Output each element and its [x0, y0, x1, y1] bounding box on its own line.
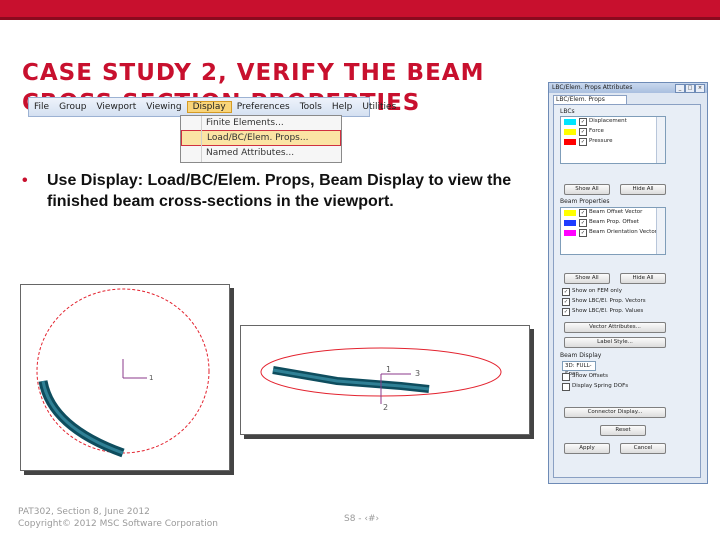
- beam-highlight: [41, 380, 124, 455]
- list-item[interactable]: ✓ Displacement: [561, 117, 665, 127]
- menu-preferences[interactable]: Preferences: [232, 102, 295, 112]
- list-item[interactable]: ✓ Pressure: [561, 137, 665, 147]
- beam-listbox[interactable]: ✓ Beam Offset Vector ✓ Beam Prop. Offset…: [560, 207, 666, 255]
- checkbox[interactable]: ✓: [579, 209, 587, 217]
- menu-viewport[interactable]: Viewport: [91, 102, 141, 112]
- tab-lbc-attributes[interactable]: LBC/Elem. Props Attributes: [553, 95, 627, 111]
- scrollbar[interactable]: [656, 117, 665, 163]
- checkbox[interactable]: ✓: [562, 288, 570, 296]
- color-swatch: [564, 230, 576, 236]
- menu-utilities[interactable]: Utilities: [357, 102, 401, 112]
- bullet-dot: •: [22, 172, 28, 189]
- footer: PAT302, Section 8, June 2012 Copyright© …: [18, 506, 218, 530]
- checkbox[interactable]: ✓: [579, 229, 587, 237]
- list-item-label: Force: [589, 128, 604, 134]
- triad-label-3: 3: [415, 369, 420, 378]
- option-label: Display Spring DOFs: [572, 383, 629, 389]
- beam-display-label: Beam Display: [560, 352, 602, 359]
- checkbox[interactable]: ✓: [579, 128, 587, 136]
- list-item[interactable]: ✓ Force: [561, 127, 665, 137]
- menu-help[interactable]: Help: [327, 102, 358, 112]
- lbc-elem-props-panel: LBC/Elem. Props Attributes _ □ × LBC/Ele…: [548, 82, 708, 484]
- page-number: S8 - ‹#›: [344, 514, 380, 524]
- label-style-button[interactable]: Label Style...: [564, 337, 666, 348]
- checkbox[interactable]: ✓: [579, 118, 587, 126]
- checkbox[interactable]: ✓: [562, 298, 570, 306]
- connector-display-button[interactable]: Connector Display...: [564, 407, 666, 418]
- beam-group-label: Beam Properties: [560, 198, 610, 205]
- list-item[interactable]: ✓ Beam Prop. Offset: [561, 218, 665, 228]
- list-item-label: Beam Prop. Offset: [589, 219, 639, 225]
- color-swatch: [564, 129, 576, 135]
- footer-copyright: Copyright© 2012 MSC Software Corporation: [18, 519, 218, 529]
- option-label: Show on FEM only: [572, 288, 622, 294]
- hide-all-button[interactable]: Hide All: [620, 273, 666, 284]
- top-banner: [0, 0, 720, 20]
- checkbox[interactable]: ✓: [579, 219, 587, 227]
- viewport-front[interactable]: 1: [20, 284, 230, 471]
- triad-label-2: 2: [383, 403, 388, 412]
- list-item-label: Beam Orientation Vector: [589, 229, 657, 235]
- color-swatch: [564, 119, 576, 125]
- list-item-label: Pressure: [589, 138, 613, 144]
- option-label: Show LBC/El. Prop. Values: [572, 308, 644, 314]
- menu-group[interactable]: Group: [54, 102, 91, 112]
- vector-attributes-button[interactable]: Vector Attributes...: [564, 322, 666, 333]
- checkbox[interactable]: [562, 383, 570, 391]
- checkbox[interactable]: ✓: [579, 138, 587, 146]
- viewport-front-graphic: 1: [36, 288, 210, 458]
- color-swatch: [564, 139, 576, 145]
- cancel-button[interactable]: Cancel: [620, 443, 666, 454]
- show-all-button[interactable]: Show All: [564, 184, 610, 195]
- scrollbar[interactable]: [656, 208, 665, 254]
- panel-title: LBC/Elem. Props Attributes: [552, 84, 633, 91]
- menu-bar: File Group Viewport Viewing Display Pref…: [28, 97, 396, 117]
- axis-triad-icon: 1: [122, 359, 153, 382]
- minimize-icon[interactable]: _: [675, 84, 685, 93]
- lbc-group-label: LBCs: [560, 108, 575, 115]
- reset-button[interactable]: Reset: [600, 425, 646, 436]
- display-dropdown: Finite Elements... Load/BC/Elem. Props..…: [180, 115, 342, 163]
- footer-course: PAT302, Section 8, June 2012: [18, 507, 150, 517]
- color-swatch: [564, 210, 576, 216]
- menu-display[interactable]: Display: [186, 101, 232, 113]
- menu-tools[interactable]: Tools: [295, 102, 327, 112]
- maximize-icon[interactable]: □: [685, 84, 695, 93]
- option-label: Show LBC/El. Prop. Vectors: [572, 298, 646, 304]
- menu-viewing[interactable]: Viewing: [141, 102, 186, 112]
- triad-label: 1: [149, 374, 153, 382]
- menu-file[interactable]: File: [29, 102, 54, 112]
- color-swatch: [564, 220, 576, 226]
- list-item[interactable]: ✓ Beam Offset Vector: [561, 208, 665, 218]
- menu-item-load-bc-elem-props[interactable]: Load/BC/Elem. Props...: [181, 130, 341, 146]
- menu-item-named-attributes[interactable]: Named Attributes...: [181, 146, 341, 160]
- menu-screenshot: File Group Viewport Viewing Display Pref…: [28, 97, 396, 163]
- bullet-item: • Use Display: Load/BC/Elem. Props, Beam…: [22, 170, 522, 212]
- lbc-listbox[interactable]: ✓ Displacement ✓ Force ✓ Pressure: [560, 116, 666, 164]
- option-label: Show Offsets: [572, 373, 608, 379]
- hide-all-button[interactable]: Hide All: [620, 184, 666, 195]
- panel-tabs: LBC/Elem. Props Attributes: [549, 93, 707, 111]
- viewport-perspective[interactable]: 1 3 2: [240, 325, 530, 435]
- triad-label-1: 1: [386, 365, 391, 374]
- panel-body: LBCs ✓ Displacement ✓ Force ✓ Pressure S…: [553, 104, 701, 478]
- viewport-perspective-graphic: 1 3 2: [260, 347, 502, 412]
- checkbox[interactable]: [562, 373, 570, 381]
- menu-item-finite-elements[interactable]: Finite Elements...: [181, 116, 341, 130]
- list-item[interactable]: ✓ Beam Orientation Vector: [561, 228, 665, 238]
- list-item-label: Beam Offset Vector: [589, 209, 643, 215]
- beam-cross-section: [38, 380, 125, 458]
- show-all-button[interactable]: Show All: [564, 273, 610, 284]
- list-item-label: Displacement: [589, 118, 627, 124]
- close-icon[interactable]: ×: [695, 84, 705, 93]
- beam-display-select[interactable]: 3D: FULL-Span: [562, 361, 596, 377]
- panel-title-bar: LBC/Elem. Props Attributes _ □ ×: [549, 83, 707, 93]
- bullet-text: Use Display: Load/BC/Elem. Props, Beam D…: [47, 172, 512, 210]
- apply-button[interactable]: Apply: [564, 443, 610, 454]
- checkbox[interactable]: ✓: [562, 308, 570, 316]
